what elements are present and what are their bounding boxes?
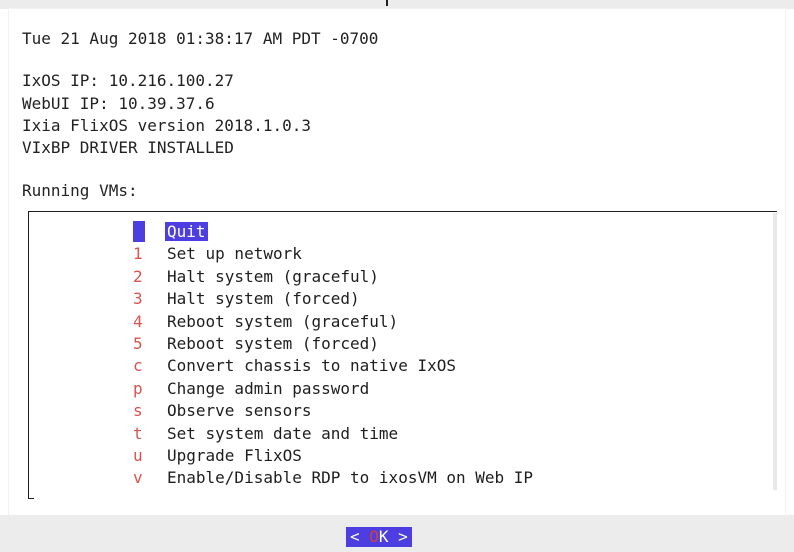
menu-item-hotkey: u [133,446,143,465]
menu-item-hotkey: c [133,356,143,375]
menu-item-2[interactable]: 2 Halt system (graceful) [133,266,379,287]
menu-item-hotkey: 4 [133,312,143,331]
driver-status-text: VIxBP DRIVER INSTALLED [22,138,234,157]
menu-item-label: Enable/Disable RDP to ixosVM on Web IP [167,468,534,487]
menu-item-label: Halt system (graceful) [167,267,379,286]
menu-item-hotkey: 1 [133,244,143,263]
menu-scroll-rail [773,213,777,490]
webui-ip-text: WebUI IP: 10.39.37.6 [22,94,215,113]
ixos-ip-text: IxOS IP: 10.216.100.27 [22,71,234,90]
menu-item-hotkey: Q [133,221,145,242]
menu-item-label: Observe sensors [167,401,312,420]
menu-item-label: Change admin password [167,379,370,398]
menu-item-label: Set system date and time [167,424,399,443]
menu-item-4[interactable]: 4 Reboot system (graceful) [133,311,398,332]
running-vms-label: Running VMs: [22,181,138,200]
menu-item-hotkey: 3 [133,289,143,308]
menu-item-s[interactable]: s Observe sensors [133,400,312,421]
menu-item-hotkey: 5 [133,334,143,353]
menu-item-label: Reboot system (forced) [167,334,379,353]
menu-item-t[interactable]: t Set system date and time [133,423,398,444]
ok-hotkey: O [369,527,379,546]
menu-item-v[interactable]: v Enable/Disable RDP to ixosVM on Web IP [133,467,533,488]
ok-left-bracket: < [350,527,370,546]
version-text: Ixia FlixOS version 2018.1.0.3 [22,116,311,135]
menu-item-label: Set up network [167,244,302,263]
menu-item-hotkey: 2 [133,267,143,286]
ok-label-rest: K [378,527,389,546]
window-top-strip [0,0,794,9]
menu-item-hotkey: p [133,379,143,398]
menu-item-q[interactable]: Q Quit [133,221,208,242]
menu-item-hotkey: t [133,424,143,443]
ok-button[interactable]: < OK > [346,527,412,547]
menu-item-hotkey: v [133,468,143,487]
menu-item-u[interactable]: u Upgrade FlixOS [133,445,302,466]
menu-item-p[interactable]: p Change admin password [133,378,369,399]
cursor-mark [386,0,388,6]
menu-item-c[interactable]: c Convert chassis to native IxOS [133,355,456,376]
menu-item-hotkey: s [133,401,143,420]
menu-item-1[interactable]: 1 Set up network [133,243,302,264]
menu-item-5[interactable]: 5 Reboot system (forced) [133,333,379,354]
menu-item-label: Reboot system (graceful) [167,312,399,331]
menu-item-label: Halt system (forced) [167,289,360,308]
menu-item-label: Upgrade FlixOS [167,446,302,465]
datetime-text: Tue 21 Aug 2018 01:38:17 AM PDT -0700 [22,29,379,48]
menu-item-3[interactable]: 3 Halt system (forced) [133,288,360,309]
ok-right-bracket: > [388,527,408,546]
menu-box-corner [28,498,34,499]
menu-item-label: Convert chassis to native IxOS [167,356,456,375]
menu-item-label: Quit [165,222,208,241]
